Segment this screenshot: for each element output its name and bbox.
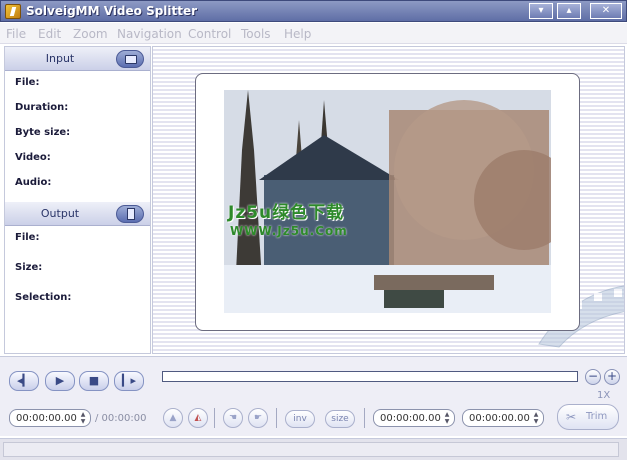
- output-file-button[interactable]: [116, 205, 144, 223]
- hand-left-icon: ☚: [228, 413, 238, 423]
- mark-out-button[interactable]: ◭: [188, 408, 208, 428]
- go-to-end-button[interactable]: ☛: [248, 408, 268, 428]
- zoom-in-button[interactable]: +: [604, 369, 620, 385]
- start-spinner-icon[interactable]: ▲ ▼: [442, 411, 452, 425]
- selection-start-value: 00:00:00.00: [380, 413, 441, 424]
- next-frame-button[interactable]: ▎▸: [114, 371, 144, 391]
- menu-bar: File Edit Zoom Navigation Control Tools …: [0, 23, 627, 44]
- open-file-button[interactable]: [116, 50, 144, 68]
- zoom-out-button[interactable]: −: [585, 369, 601, 385]
- input-file-label: File:: [15, 77, 40, 88]
- output-header-label: Output: [40, 207, 80, 220]
- separator: [214, 408, 215, 428]
- status-bar: [0, 438, 627, 460]
- triangle-marker-icon: ◭: [194, 413, 202, 423]
- menu-tools[interactable]: Tools: [241, 27, 271, 41]
- play-button[interactable]: ▶: [45, 371, 75, 391]
- menu-navigation[interactable]: Navigation: [117, 27, 182, 41]
- close-button[interactable]: ✕: [590, 3, 622, 19]
- size-button[interactable]: size: [325, 410, 355, 428]
- play-icon: ▶: [55, 374, 65, 387]
- stop-button[interactable]: ■: [79, 371, 109, 391]
- timeline-track[interactable]: [162, 371, 578, 382]
- output-document-icon: [127, 208, 135, 220]
- previous-frame-icon: ◂▎: [17, 374, 31, 387]
- minimize-button[interactable]: ▾: [529, 3, 553, 19]
- invert-selection-button[interactable]: inv: [285, 410, 315, 428]
- watermark-url: WWW.Jz5u.Com: [230, 224, 348, 238]
- trim-button[interactable]: ✂ Trim: [557, 404, 619, 430]
- video-preview[interactable]: Jz5u绿色下载 WWW.Jz5u.Com: [224, 90, 551, 313]
- previous-frame-button[interactable]: ◂▎: [9, 371, 39, 391]
- status-cell: [3, 442, 619, 457]
- mark-in-button[interactable]: ▲: [163, 408, 183, 428]
- menu-zoom[interactable]: Zoom: [73, 27, 108, 41]
- hand-right-icon: ☛: [253, 413, 263, 423]
- total-time: / 00:00:00: [95, 413, 147, 424]
- menu-control[interactable]: Control: [188, 27, 231, 41]
- open-folder-icon: [125, 55, 137, 64]
- selection-start-field[interactable]: 00:00:00.00 ▲ ▼: [373, 409, 455, 427]
- input-audio-label: Audio:: [15, 177, 52, 188]
- maximize-button[interactable]: ▴: [557, 3, 581, 19]
- triangle-up-icon: ▲: [169, 413, 177, 423]
- go-to-start-button[interactable]: ☚: [223, 408, 243, 428]
- next-frame-icon: ▎▸: [122, 374, 136, 387]
- output-header: Output: [5, 202, 150, 226]
- output-size-label: Size:: [15, 262, 43, 273]
- end-spinner-icon[interactable]: ▲ ▼: [531, 411, 541, 425]
- input-byte-size-label: Byte size:: [15, 127, 71, 138]
- output-file-label: File:: [15, 232, 40, 243]
- current-time-field[interactable]: 00:00:00.00 ▲ ▼: [9, 409, 91, 427]
- menu-edit[interactable]: Edit: [38, 27, 61, 41]
- menu-file[interactable]: File: [6, 27, 26, 41]
- input-duration-label: Duration:: [15, 102, 69, 113]
- menu-help[interactable]: Help: [284, 27, 311, 41]
- input-video-label: Video:: [15, 152, 51, 163]
- output-selection-label: Selection:: [15, 292, 72, 303]
- info-panel: Input File: Duration: Byte size: Video: …: [4, 46, 151, 354]
- selection-end-value: 00:00:00.00: [469, 413, 530, 424]
- time-spinner-icon[interactable]: ▲ ▼: [78, 411, 88, 425]
- title-bar: SolveigMM Video Splitter ▾ ▴ ✕: [0, 0, 627, 22]
- selection-end-field[interactable]: 00:00:00.00 ▲ ▼: [462, 409, 544, 427]
- input-header-label: Input: [45, 52, 75, 65]
- current-time-value: 00:00:00.00: [16, 413, 77, 424]
- separator: [276, 408, 277, 428]
- input-header: Input: [5, 47, 150, 71]
- separator: [364, 408, 365, 428]
- watermark-title: Jz5u绿色下载: [228, 203, 345, 223]
- trim-label: Trim: [586, 411, 608, 422]
- video-area: Jz5u绿色下载 WWW.Jz5u.Com: [152, 46, 625, 354]
- stop-icon: ■: [88, 374, 100, 387]
- scissors-icon: ✂: [566, 410, 577, 424]
- window-title: SolveigMM Video Splitter: [26, 4, 198, 18]
- app-logo-icon: [5, 4, 21, 19]
- video-frame: Jz5u绿色下载 WWW.Jz5u.Com: [195, 73, 580, 331]
- zoom-level: 1X: [597, 390, 611, 401]
